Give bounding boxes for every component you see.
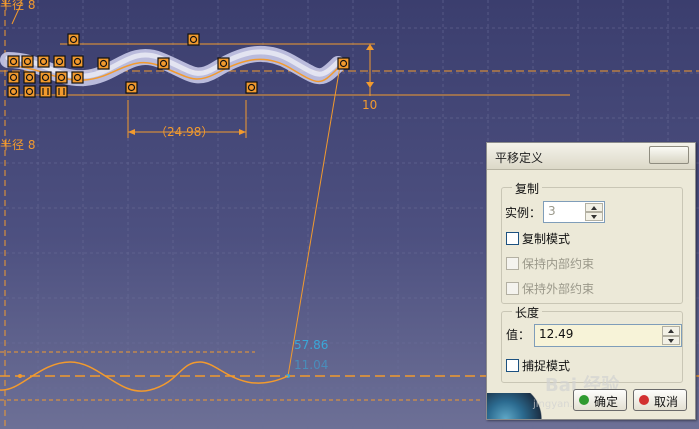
keep-external-constraints-label: 保持外部约束 bbox=[522, 282, 595, 296]
close-button[interactable] bbox=[649, 146, 689, 164]
keep-internal-constraints-label: 保持内部约束 bbox=[522, 257, 595, 271]
snap-mode-checkbox[interactable] bbox=[506, 359, 519, 372]
coordinate-readout-b: 11.04 bbox=[294, 358, 328, 372]
spin-down-icon[interactable] bbox=[585, 212, 603, 221]
instances-label: 实例： bbox=[505, 206, 542, 220]
length-group-title: 长度 bbox=[512, 304, 543, 321]
coordinate-readout-a: 57.86 bbox=[294, 338, 328, 352]
cancel-button-label: 取消 bbox=[654, 395, 679, 409]
length-value-label: 值： bbox=[506, 328, 531, 342]
keep-internal-constraints-checkbox[interactable] bbox=[506, 257, 519, 270]
cancel-icon bbox=[639, 395, 649, 405]
ok-button-label: 确定 bbox=[594, 395, 619, 409]
instances-value: 3 bbox=[548, 204, 556, 218]
spacing-dimension-value: （24.98） bbox=[155, 125, 213, 139]
copy-mode-checkbox[interactable] bbox=[506, 232, 519, 245]
copy-group: 复制 实例： 3 复制模式 保持内部约束 保持外部约束 bbox=[501, 180, 683, 304]
offset-dimension-value: 10 bbox=[362, 98, 377, 112]
dialog-titlebar[interactable]: 平移定义 bbox=[487, 143, 695, 170]
translation-definition-dialog: 平移定义 复制 实例： 3 复制模式 保持内部约束 保持外部约束 长度 值： 1… bbox=[486, 142, 696, 420]
ok-icon bbox=[579, 395, 589, 405]
length-spin-up-icon[interactable] bbox=[662, 326, 680, 336]
copy-group-title: 复制 bbox=[512, 180, 543, 197]
length-spin-down-icon[interactable] bbox=[662, 335, 680, 345]
cancel-button[interactable]: 取消 bbox=[633, 389, 687, 411]
copy-mode-label[interactable]: 复制模式 bbox=[522, 230, 570, 247]
radius-label-top: 半径 8 bbox=[0, 0, 35, 12]
keep-external-constraints-checkbox[interactable] bbox=[506, 282, 519, 295]
spin-up-icon[interactable] bbox=[585, 203, 603, 212]
ok-button[interactable]: 确定 bbox=[573, 389, 627, 411]
length-value: 12.49 bbox=[539, 327, 574, 341]
instances-spinner[interactable]: 3 bbox=[543, 201, 605, 223]
translation-vector-line bbox=[287, 65, 341, 377]
dialog-title: 平移定义 bbox=[495, 151, 544, 165]
length-value-spinner[interactable]: 12.49 bbox=[534, 324, 682, 347]
radius-label-side: 半径 8 bbox=[0, 138, 35, 152]
